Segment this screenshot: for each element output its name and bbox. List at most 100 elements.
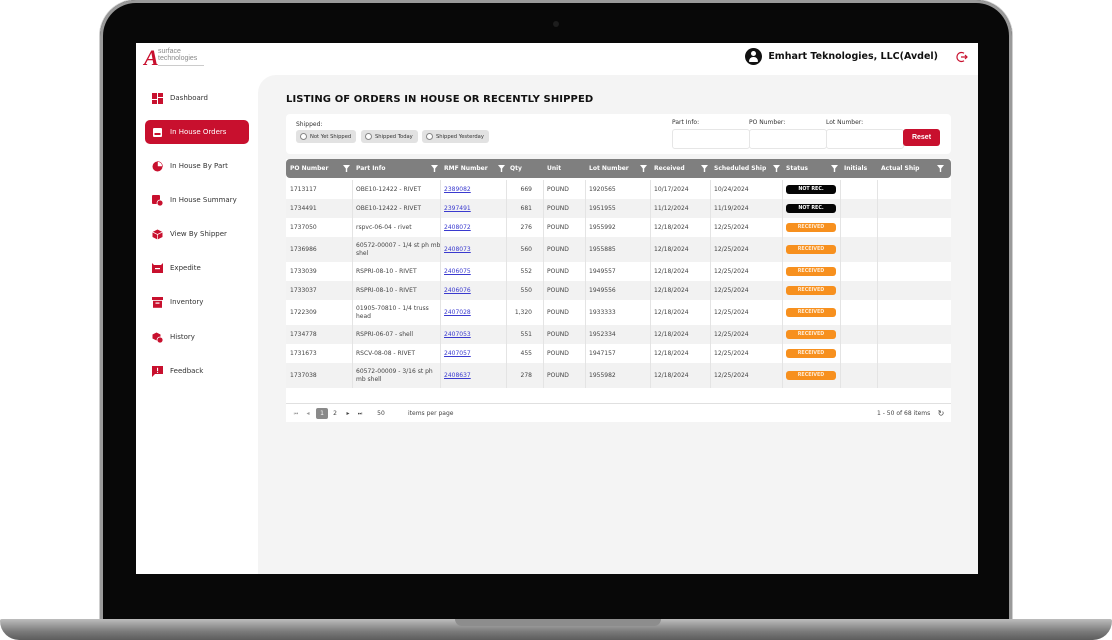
- column-header-po-number[interactable]: PO Number: [290, 159, 328, 178]
- cell-sched: 12/25/2024: [714, 245, 749, 253]
- sidebar-item-feedback[interactable]: Feedback: [145, 359, 249, 383]
- table-row[interactable]: 1734491 OBE10-12422 - RIVET 2397491 681 POUN…: [286, 199, 951, 218]
- table-row[interactable]: 1734778 RSPRI-06-07 - shell 2407053 551 POUN…: [286, 325, 951, 344]
- logo[interactable]: A surface technologies: [144, 47, 216, 71]
- column-header-unit[interactable]: Unit: [547, 159, 561, 178]
- table-row[interactable]: 1733037 RSPRI-08-10 - RIVET 2406076 550 POUN…: [286, 281, 951, 300]
- table-row[interactable]: 1722309 01905-70810 - 1/4 truss head 24070…: [286, 300, 951, 325]
- filter-shipped-today[interactable]: Shipped Today: [361, 130, 418, 143]
- column-header-qty[interactable]: Qty: [510, 159, 522, 178]
- cell-received: 12/18/2024: [654, 267, 689, 275]
- status-badge: RECEIVED: [786, 330, 836, 339]
- column-header-lot-number[interactable]: Lot Number: [589, 159, 629, 178]
- status-badge: RECEIVED: [786, 245, 836, 254]
- filter-shipped-yesterday[interactable]: Shipped Yesterday: [422, 130, 489, 143]
- po-number-input[interactable]: [749, 129, 827, 149]
- next-page-button[interactable]: ▸: [344, 408, 352, 419]
- table-row[interactable]: 1731673 RSCV-08-08 - RIVET 2407057 455 POUND…: [286, 344, 951, 363]
- rmf-link[interactable]: 2408073: [444, 237, 504, 262]
- cell-unit: POUND: [547, 245, 569, 253]
- rmf-link[interactable]: 2397491: [444, 199, 504, 218]
- filter-not-yet-shipped[interactable]: Not Yet Shipped: [296, 130, 357, 143]
- table-row[interactable]: 1737050 rspvc-06-04 - rivet 2408072 276 POUN…: [286, 218, 951, 237]
- cell-part: RSCV-08-08 - RIVET: [356, 349, 415, 357]
- filter-funnel-icon[interactable]: [431, 165, 438, 172]
- column-header-rmf-number[interactable]: RMF Number: [444, 159, 488, 178]
- column-divider: [840, 180, 841, 388]
- sidebar-item-inventory[interactable]: Inventory: [145, 290, 249, 314]
- filter-funnel-icon[interactable]: [640, 165, 647, 172]
- prev-page-button[interactable]: ◂: [304, 408, 312, 419]
- column-header-scheduled-ship[interactable]: Scheduled Ship: [714, 159, 766, 178]
- column-header-actual-ship[interactable]: Actual Ship: [881, 159, 919, 178]
- cell-sched: 12/25/2024: [714, 223, 749, 231]
- cell-actual: [881, 218, 941, 237]
- sidebar-item-history[interactable]: History: [145, 325, 249, 349]
- rmf-link[interactable]: 2407028: [444, 300, 504, 325]
- rmf-link[interactable]: 2408072: [444, 218, 504, 237]
- cell-status: RECEIVED: [786, 363, 841, 388]
- cell-sched: 12/25/2024: [714, 349, 749, 357]
- radio-icon: [300, 133, 307, 140]
- column-header-received[interactable]: Received: [654, 159, 685, 178]
- logo-line2: technologies: [158, 55, 198, 62]
- sidebar-item-view-by-shipper[interactable]: View By Shipper: [145, 222, 249, 246]
- filter-funnel-icon[interactable]: [831, 165, 838, 172]
- sidebar-item-expedite[interactable]: Expedite: [145, 256, 249, 280]
- table-row[interactable]: 1713117 OBE10-12422 - RIVET 2389082 669 POUN…: [286, 180, 951, 199]
- filter-funnel-icon[interactable]: [937, 165, 944, 172]
- column-header-initials[interactable]: Initials: [844, 159, 867, 178]
- cell-lot: 1949557: [589, 267, 616, 275]
- rmf-link[interactable]: 2389082: [444, 180, 504, 199]
- column-divider: [440, 180, 441, 388]
- page-size-select[interactable]: 50: [374, 408, 388, 419]
- sidebar-item-in-house-orders[interactable]: In House Orders: [145, 120, 249, 144]
- status-badge: RECEIVED: [786, 308, 836, 317]
- sidebar-item-in-house-by-part[interactable]: In House By Part: [145, 154, 249, 178]
- page-1-button[interactable]: 1: [316, 408, 328, 419]
- logout-icon[interactable]: [956, 51, 968, 63]
- cell-initials: [844, 300, 879, 325]
- rmf-link[interactable]: 2407053: [444, 325, 504, 344]
- cell-initials: [844, 281, 879, 300]
- user-menu[interactable]: Emhart Teknologies, LLC(Avdel): [745, 48, 938, 65]
- radio-icon: [426, 133, 433, 140]
- cell-status: RECEIVED: [786, 344, 841, 363]
- first-page-button[interactable]: ⏮: [292, 408, 300, 419]
- page-2-button[interactable]: 2: [331, 408, 339, 419]
- filter-funnel-icon[interactable]: [343, 165, 350, 172]
- table-row[interactable]: 1737038 60572-00009 - 3/16 st ph mb shell…: [286, 363, 951, 388]
- sidebar-item-in-house-summary[interactable]: In House Summary: [145, 188, 249, 212]
- table-row[interactable]: 1736986 60572-00007 - 1/4 st ph mb shel 24…: [286, 237, 951, 262]
- filter-funnel-icon[interactable]: [701, 165, 708, 172]
- lot-number-input[interactable]: [826, 129, 904, 149]
- rmf-link[interactable]: 2407057: [444, 344, 504, 363]
- part-info-label: Part Info:: [672, 119, 700, 126]
- part-info-input[interactable]: [672, 129, 750, 149]
- cell-status: NOT REC.: [786, 180, 841, 199]
- table-row[interactable]: 1733039 RSPRI-08-10 - RIVET 2406075 552 POUN…: [286, 262, 951, 281]
- camera: [553, 21, 559, 27]
- filter-funnel-icon[interactable]: [498, 165, 505, 172]
- status-badge: RECEIVED: [786, 267, 836, 276]
- rmf-link[interactable]: 2408637: [444, 363, 504, 388]
- cell-unit: POUND: [547, 330, 569, 338]
- cell-po: 1737050: [290, 223, 317, 231]
- rmf-link[interactable]: 2406075: [444, 262, 504, 281]
- rmf-link[interactable]: 2406076: [444, 281, 504, 300]
- orders-grid: PO Number Part Info RMF Number Qty Unit Lot N…: [286, 159, 951, 422]
- sidebar-item-dashboard[interactable]: Dashboard: [145, 86, 249, 110]
- feedback-icon: [152, 365, 163, 377]
- status-badge: RECEIVED: [786, 223, 836, 232]
- cell-actual: [881, 325, 941, 344]
- filter-funnel-icon[interactable]: [773, 165, 780, 172]
- reset-button[interactable]: Reset: [903, 129, 940, 146]
- status-badge: NOT REC.: [786, 204, 836, 213]
- last-page-button[interactable]: ⏭: [356, 408, 364, 419]
- column-divider: [543, 180, 544, 388]
- pager: ⏮ ◂ 1 2 ▸ ⏭ 50 items per page 1 - 50 of …: [286, 403, 951, 422]
- page-size-label: items per page: [408, 410, 454, 417]
- column-header-status[interactable]: Status: [786, 159, 808, 178]
- column-header-part-info[interactable]: Part Info: [356, 159, 385, 178]
- refresh-icon[interactable]: ↻: [937, 408, 945, 419]
